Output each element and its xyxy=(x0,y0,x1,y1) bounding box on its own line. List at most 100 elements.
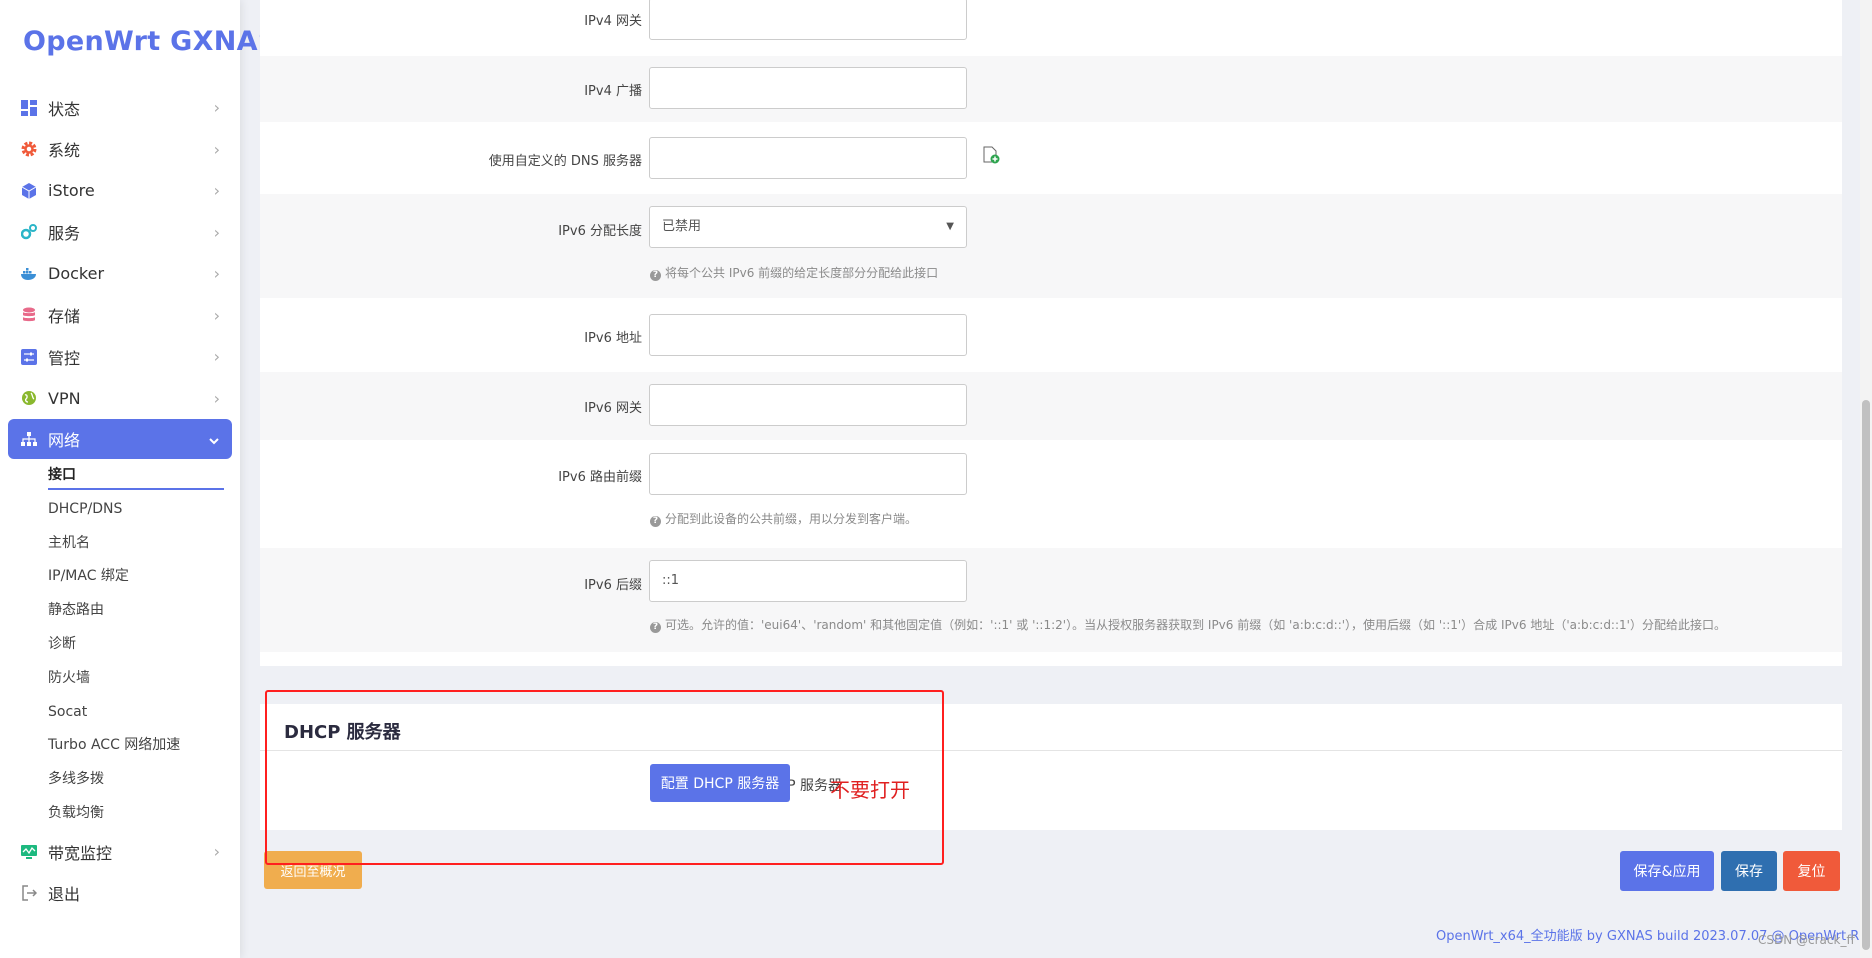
sidebar-item-storage[interactable]: 存储 › xyxy=(0,295,240,337)
chevron-right-icon: › xyxy=(213,264,220,284)
ipv6-address-input[interactable] xyxy=(649,314,967,356)
form-row-ipv4-gateway: IPv4 网关 xyxy=(260,0,1842,56)
annotation-text: 不要打开 xyxy=(830,778,910,802)
ipv6-assign-length-value: 已禁用 xyxy=(662,219,702,234)
sidebar-item-status[interactable]: 状态 › xyxy=(0,87,240,129)
form-row-ipv4-broadcast: IPv4 广播 xyxy=(260,56,1842,122)
submenu-item-socat[interactable]: Socat xyxy=(0,696,240,730)
sidebar-menu: 状态 › 系统 › iStore › 服务 › Docker › 存储 › 管控… xyxy=(0,87,240,914)
chevron-right-icon: › xyxy=(213,842,220,862)
sidebar: OpenWrt GXNAS 状态 › 系统 › iStore › 服务 › Do… xyxy=(0,0,277,958)
divider xyxy=(260,750,1842,751)
ipv6-suffix-hint: ? 可选。允许的值：'eui64'、'random' 和其他固定值（例如：'::1… xyxy=(650,616,1726,633)
chevron-right-icon: › xyxy=(213,347,220,367)
form-row-ipv6-gateway: IPv6 网关 xyxy=(260,372,1842,440)
ipv6-prefix-input[interactable] xyxy=(649,453,967,495)
sidebar-item-label: Docker xyxy=(48,264,105,284)
sidebar-item-bandwidth[interactable]: 带宽监控 › xyxy=(0,831,240,873)
sidebar-item-label: VPN xyxy=(48,388,81,408)
ipv6-assign-length-label: IPv6 分配长度 xyxy=(558,224,642,239)
cube-icon xyxy=(20,182,38,200)
sidebar-item-label: 服务 xyxy=(48,224,81,244)
ipv6-suffix-label: IPv6 后缀 xyxy=(584,578,642,593)
dashboard-icon xyxy=(20,99,38,117)
submenu-item-hostnames[interactable]: 主机名 xyxy=(0,527,240,561)
ipv4-gateway-label: IPv4 网关 xyxy=(584,14,642,29)
sidebar-item-label: 存储 xyxy=(48,307,81,327)
reset-button[interactable]: 复位 xyxy=(1783,851,1840,891)
chevron-right-icon: › xyxy=(213,98,220,118)
ipv4-broadcast-input[interactable] xyxy=(649,67,967,109)
submenu-item-diagnostics[interactable]: 诊断 xyxy=(0,628,240,662)
chevron-right-icon: › xyxy=(213,388,220,408)
ipv6-gateway-input[interactable] xyxy=(649,384,967,426)
main-content: IPv4 网关 IPv4 广播 使用自定义的 DNS 服务器 IPv6 分配长度… xyxy=(240,0,1872,958)
save-apply-button[interactable]: 保存&应用 xyxy=(1620,851,1714,891)
ipv4-broadcast-label: IPv4 广播 xyxy=(584,84,642,99)
sidebar-item-docker[interactable]: Docker › xyxy=(0,253,240,295)
ipv4-gateway-input[interactable] xyxy=(649,0,967,40)
chevron-right-icon: › xyxy=(213,139,220,159)
ipv6-suffix-value: ::1 xyxy=(662,573,680,588)
sidebar-item-label: 状态 xyxy=(48,99,81,119)
back-to-overview-button[interactable]: 返回至概况 xyxy=(264,851,362,889)
scrollbar-thumb[interactable] xyxy=(1862,400,1870,950)
sidebar-item-control[interactable]: 管控 › xyxy=(0,336,240,378)
sidebar-item-network[interactable]: 网络 xyxy=(8,419,232,459)
dhcp-server-card: DHCP 服务器 本接口未配置 DHCP 服务器 配置 DHCP 服务器 不要打… xyxy=(260,704,1842,830)
ipv6-assign-length-select[interactable]: 已禁用 ▼ xyxy=(649,206,967,248)
sidebar-item-label: 网络 xyxy=(48,431,81,450)
sitemap-icon xyxy=(20,430,38,448)
sidebar-item-label: 带宽监控 xyxy=(48,843,113,863)
sidebar-item-vpn[interactable]: VPN › xyxy=(0,378,240,420)
watermark: CSDN @crack_ff xyxy=(1758,933,1855,947)
sidebar-item-label: 系统 xyxy=(48,141,81,161)
sidebar-item-label: 退出 xyxy=(48,885,81,905)
question-icon: ? xyxy=(650,622,661,633)
sidebar-item-services[interactable]: 服务 › xyxy=(0,212,240,254)
submenu-item-load-balance[interactable]: 负载均衡 xyxy=(0,797,240,831)
submenu-item-firewall[interactable]: 防火墙 xyxy=(0,662,240,696)
sidebar-item-logout[interactable]: 退出 xyxy=(0,872,240,914)
question-icon: ? xyxy=(650,516,661,527)
sidebar-item-istore[interactable]: iStore › xyxy=(0,170,240,212)
cogs-icon xyxy=(20,223,38,241)
submenu-item-dhcp-dns[interactable]: DHCP/DNS xyxy=(0,493,240,527)
chevron-right-icon: › xyxy=(213,222,220,242)
configure-dhcp-button[interactable]: 配置 DHCP 服务器 xyxy=(650,764,790,802)
sidebar-item-system[interactable]: 系统 › xyxy=(0,129,240,171)
submenu-item-static-routes[interactable]: 静态路由 xyxy=(0,594,240,628)
database-icon xyxy=(20,306,38,324)
save-button[interactable]: 保存 xyxy=(1721,851,1777,891)
globe-icon xyxy=(20,389,38,407)
form-row-ipv6-address: IPv6 地址 xyxy=(260,298,1842,372)
custom-dns-input[interactable] xyxy=(649,137,967,179)
custom-dns-label: 使用自定义的 DNS 服务器 xyxy=(488,154,642,169)
gear-icon xyxy=(20,140,38,158)
logout-icon xyxy=(20,884,38,902)
form-row-ipv6-suffix: IPv6 后缀 ::1 ? 可选。允许的值：'eui64'、'random' 和其… xyxy=(260,548,1842,652)
ipv6-suffix-input[interactable]: ::1 xyxy=(649,560,967,602)
scrollbar[interactable] xyxy=(1860,0,1872,958)
chevron-right-icon: › xyxy=(213,181,220,201)
dhcp-section-title: DHCP 服务器 xyxy=(284,722,401,743)
sidebar-item-label: 管控 xyxy=(48,348,81,368)
caret-down-icon: ▼ xyxy=(946,221,954,232)
question-icon: ? xyxy=(650,270,661,281)
sliders-icon xyxy=(20,348,38,366)
add-entry-icon[interactable] xyxy=(982,146,1000,168)
sidebar-item-label: iStore xyxy=(48,181,95,201)
submenu-item-multiwan[interactable]: 多线多拨 xyxy=(0,763,240,797)
form-row-ipv6-assign-length: IPv6 分配长度 已禁用 ▼ ? 将每个公共 IPv6 前缀的给定长度部分分配给… xyxy=(260,194,1842,298)
form-row-ipv6-prefix: IPv6 路由前缀 ? 分配到此设备的公共前缀，用以分发到客户端。 xyxy=(260,440,1842,548)
ipv6-assign-length-hint: ? 将每个公共 IPv6 前缀的给定长度部分分配给此接口 xyxy=(650,264,938,281)
ipv6-prefix-label: IPv6 路由前缀 xyxy=(558,470,642,485)
ipv6-address-label: IPv6 地址 xyxy=(584,331,642,346)
submenu-item-turbo-acc[interactable]: Turbo ACC 网络加速 xyxy=(0,729,240,763)
ipv6-prefix-hint: ? 分配到此设备的公共前缀，用以分发到客户端。 xyxy=(650,510,917,527)
submenu-item-ip-mac-binding[interactable]: IP/MAC 绑定 xyxy=(0,560,240,594)
submenu-item-interfaces[interactable]: 接口 xyxy=(0,459,240,493)
docker-icon xyxy=(20,265,38,283)
interface-settings-card: IPv4 网关 IPv4 广播 使用自定义的 DNS 服务器 IPv6 分配长度… xyxy=(260,0,1842,666)
monitor-icon xyxy=(20,843,38,861)
